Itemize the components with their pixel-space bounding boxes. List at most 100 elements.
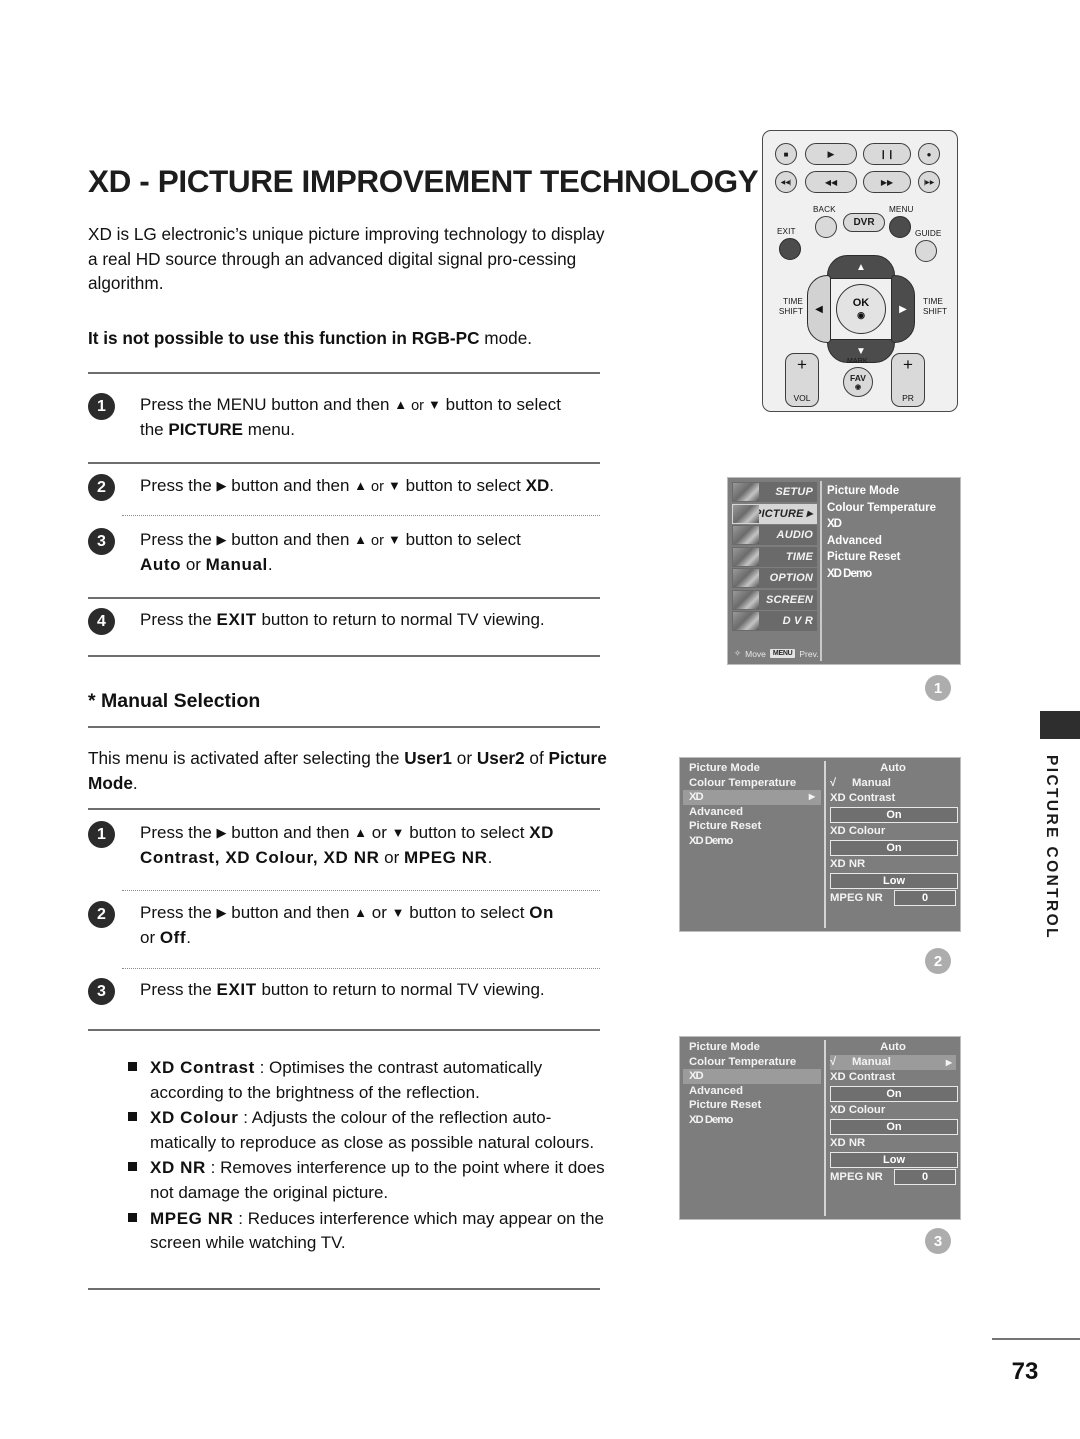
manual-page: XD - PICTURE IMPROVEMENT TECHNOLOGY XD i… <box>0 0 1080 1439</box>
skip-back-icon[interactable]: ◀◀| <box>775 171 797 193</box>
list-item: MPEG NR : Reduces interference which may… <box>128 1207 606 1256</box>
osd-item-list: Picture Mode Colour Temperature XD Advan… <box>827 483 955 582</box>
osd3-item-picture-reset[interactable]: Picture Reset <box>683 1098 821 1113</box>
pause-icon[interactable]: ❙❙ <box>863 143 911 165</box>
osd3-xd-nr-value[interactable]: Low <box>830 1152 958 1168</box>
bullet-sep: : <box>238 1108 252 1128</box>
osd3-item-colour-temperature[interactable]: Colour Temperature <box>683 1055 821 1070</box>
s3-bold-auto: Auto <box>140 555 182 574</box>
osd3-divider <box>824 1040 826 1216</box>
guide-button[interactable] <box>915 240 937 262</box>
s3-or: or <box>367 533 388 549</box>
osd3-item-xd-demo[interactable]: XD Demo <box>683 1113 821 1128</box>
dpad-up-button[interactable]: ▲ <box>827 255 895 279</box>
osd-nav-picture[interactable]: PICTURE ▶ <box>732 503 817 524</box>
vol-button[interactable]: + VOL <box>785 353 819 407</box>
record-icon[interactable]: ● <box>918 143 940 165</box>
osd3-auto-option[interactable]: Auto <box>830 1040 956 1055</box>
m1-bold-xd: XD <box>529 823 555 842</box>
osd-item-picture-reset[interactable]: Picture Reset <box>827 549 955 566</box>
chevron-right-icon: ▶ <box>808 792 815 801</box>
osd-item-xd-demo[interactable]: XD Demo <box>827 566 955 583</box>
osd-item-picture-mode[interactable]: Picture Mode <box>827 483 955 500</box>
dpad-left-button[interactable]: ◀ <box>807 275 831 343</box>
triangle-up-icon: ▲ <box>354 532 368 547</box>
osd3-xd-contrast-value[interactable]: On <box>830 1086 958 1102</box>
osd-menu-xd-manual-selected: Picture Mode Colour Temperature XD Advan… <box>679 1036 961 1220</box>
osd3-item-xd[interactable]: XD <box>683 1069 821 1084</box>
osd3-item-advanced[interactable]: Advanced <box>683 1084 821 1099</box>
callout-marker-1: 1 <box>925 675 951 701</box>
triangle-down-icon: ▼ <box>391 905 405 920</box>
s3-c: button to select <box>400 530 521 549</box>
osd2-xd-nr-value[interactable]: Low <box>830 873 958 889</box>
osd3-left-list: Picture Mode Colour Temperature XD Advan… <box>683 1040 821 1216</box>
osd2-auto-option[interactable]: Auto <box>830 761 956 776</box>
osd-nav-time[interactable]: TIME <box>732 546 817 567</box>
osd3-item-picture-mode[interactable]: Picture Mode <box>683 1040 821 1055</box>
ok-label: OK <box>852 297 870 309</box>
osd-nav-setup[interactable]: SETUP <box>732 482 817 502</box>
s2-b: button and then <box>226 476 355 495</box>
osd2-item-picture-reset[interactable]: Picture Reset <box>683 819 821 834</box>
back-button[interactable] <box>815 216 837 238</box>
osd2-item-picture-mode[interactable]: Picture Mode <box>683 761 821 776</box>
osd2-item-xd[interactable]: XD ▶ <box>683 790 821 805</box>
osd2-left-list: Picture Mode Colour Temperature XD ▶ Adv… <box>683 761 821 928</box>
s2-c: button to select <box>400 476 526 495</box>
osd3-xd-contrast-label: XD Contrast <box>830 1071 896 1083</box>
s2-a: Press the <box>140 476 217 495</box>
osd3-manual-option[interactable]: √ Manual ▶ <box>830 1055 956 1070</box>
osd-item-xd[interactable]: XD <box>827 516 955 533</box>
osd-nav-screen[interactable]: SCREEN <box>732 589 817 610</box>
square-bullet-icon <box>128 1212 137 1222</box>
ms-end: . <box>132 773 138 793</box>
osd-item-colour-temperature[interactable]: Colour Temperature <box>827 500 955 517</box>
menu-button[interactable] <box>889 216 911 238</box>
m1-c: button to select <box>404 823 530 842</box>
osd3-mpeg-nr-value[interactable]: 0 <box>894 1169 956 1185</box>
chevron-right-icon: ▶ <box>945 1058 952 1067</box>
fav-button[interactable]: FAV ◉ <box>843 367 873 397</box>
list-item: XD NR : Removes interference up to the p… <box>128 1156 606 1205</box>
option-thumbnail-icon <box>733 569 759 587</box>
manual-step-2: 2 Press the ▶ button and then ▲ or ▼ but… <box>88 901 608 950</box>
osd-item-advanced[interactable]: Advanced <box>827 533 955 550</box>
osd-nav-audio[interactable]: AUDIO <box>732 525 817 545</box>
checkmark-icon: √ <box>830 777 837 789</box>
ok-button[interactable]: OK ◉ <box>836 284 886 334</box>
osd-menu-xd-manual: Picture Mode Colour Temperature XD ▶ Adv… <box>679 757 961 932</box>
osd2-xd-colour-value[interactable]: On <box>830 840 958 856</box>
s1-a: Press the MENU button and then <box>140 395 395 414</box>
osd2-item-colour-temperature[interactable]: Colour Temperature <box>683 776 821 791</box>
osd3-xd-colour-value[interactable]: On <box>830 1119 958 1135</box>
fast-forward-icon[interactable]: ▶▶ <box>863 171 911 193</box>
rewind-icon[interactable]: ◀◀ <box>805 171 857 193</box>
osd2-xd-contrast-value[interactable]: On <box>830 807 958 823</box>
osd2-mpeg-nr-value[interactable]: 0 <box>894 890 956 906</box>
dvr-button[interactable]: DVR <box>843 213 885 232</box>
chevron-right-icon: ▶ <box>806 509 813 518</box>
play-icon[interactable]: ▶ <box>805 143 857 165</box>
osd2-item-advanced[interactable]: Advanced <box>683 805 821 820</box>
osd-nav-label: D V R <box>782 615 813 627</box>
dpad-right-button[interactable]: ▶ <box>891 275 915 343</box>
skip-forward-icon[interactable]: |▶▶ <box>918 171 940 193</box>
osd2-manual-option[interactable]: √ Manual <box>830 776 956 791</box>
osd-nav-option[interactable]: OPTION <box>732 568 817 588</box>
manual-step-1-number: 1 <box>88 821 115 848</box>
xd-demo-label: XD Demo <box>827 567 872 580</box>
stop-icon[interactable]: ■ <box>775 143 797 165</box>
remote-control-illustration: ■ ▶ ❙❙ ● ◀◀| ◀◀ ▶▶ |▶▶ BACK DVR MENU EXI… <box>762 130 958 412</box>
osd-nav-dvr[interactable]: D V R <box>732 611 817 631</box>
manual-step-2-text: Press the ▶ button and then ▲ or ▼ butto… <box>140 901 608 950</box>
s3-bold-manual: Manual <box>205 555 268 574</box>
osd-nav-label: TIME <box>785 550 813 563</box>
time-thumbnail-icon <box>733 547 759 566</box>
exit-button[interactable] <box>779 238 801 260</box>
osd2-item-xd-demo[interactable]: XD Demo <box>683 834 821 849</box>
step-2-text: Press the ▶ button and then ▲ or ▼ butto… <box>140 474 608 499</box>
step-1: 1 Press the MENU button and then ▲ or ▼ … <box>88 393 608 442</box>
screen-thumbnail-icon <box>733 590 759 609</box>
pr-button[interactable]: + PR <box>891 353 925 407</box>
